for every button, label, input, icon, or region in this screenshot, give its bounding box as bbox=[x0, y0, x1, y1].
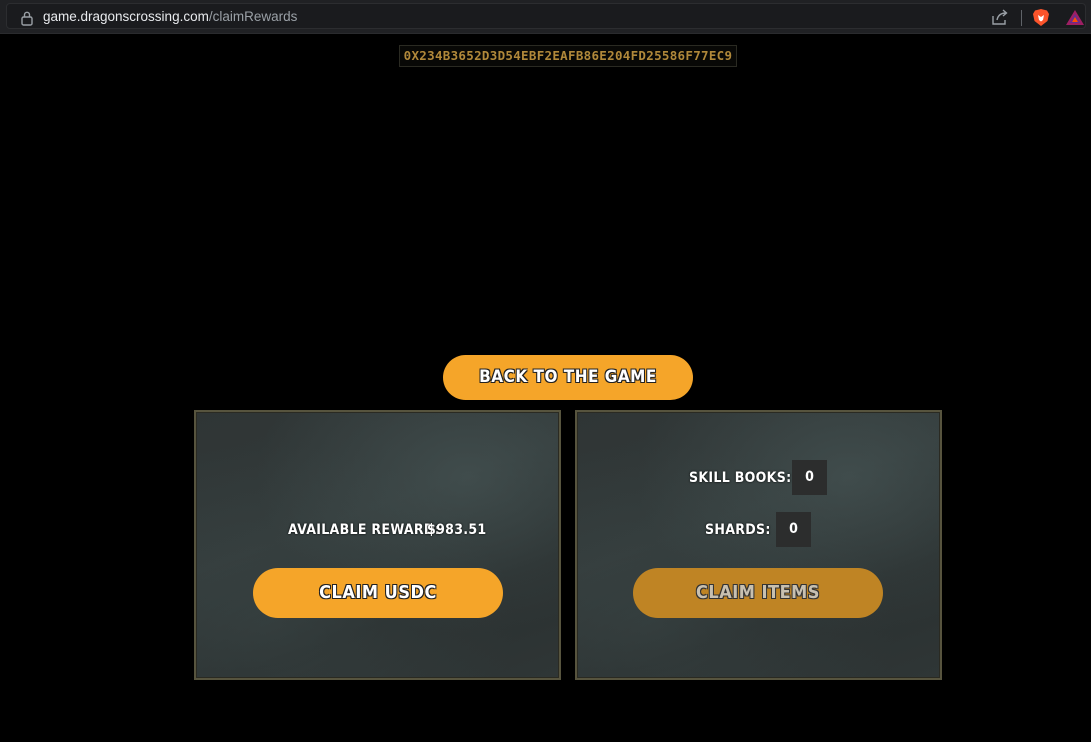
items-reward-panel: SKILL BOOKS: 0 SHARDS: 0 bbox=[575, 410, 942, 680]
url-text[interactable]: game.dragonscrossing.com/claimRewards bbox=[43, 8, 297, 26]
browser-toolbar: game.dragonscrossing.com/claimRewards bbox=[0, 0, 1091, 34]
skill-books-label: SKILL BOOKS: bbox=[689, 470, 792, 486]
url-path: /claimRewards bbox=[208, 9, 298, 24]
claim-usdc-button[interactable]: CLAIM USDC bbox=[253, 568, 503, 618]
shards-count: 0 bbox=[776, 512, 811, 547]
url-host: game.dragonscrossing.com bbox=[43, 9, 209, 24]
usdc-reward-panel: AVAILABLE REWARD: $983.51 bbox=[194, 410, 561, 680]
bat-rewards-icon[interactable] bbox=[1065, 9, 1085, 26]
toolbar-divider bbox=[1021, 10, 1022, 26]
available-reward-value: $983.51 bbox=[427, 522, 487, 538]
address-bar[interactable]: game.dragonscrossing.com/claimRewards bbox=[6, 3, 1086, 29]
back-to-game-button[interactable]: BACK TO THE GAME bbox=[443, 355, 693, 400]
lock-icon bbox=[21, 11, 33, 26]
claim-items-button[interactable]: CLAIM ITEMS bbox=[633, 568, 883, 618]
share-icon[interactable] bbox=[991, 9, 1009, 26]
wallet-address: 0X234B3652D3D54EBF2EAFB86E204FD25586F77E… bbox=[399, 45, 737, 67]
skill-books-count: 0 bbox=[792, 460, 827, 495]
brave-shield-icon[interactable] bbox=[1032, 8, 1050, 27]
shards-label: SHARDS: bbox=[705, 522, 771, 538]
available-reward-label: AVAILABLE REWARD: bbox=[288, 522, 441, 538]
